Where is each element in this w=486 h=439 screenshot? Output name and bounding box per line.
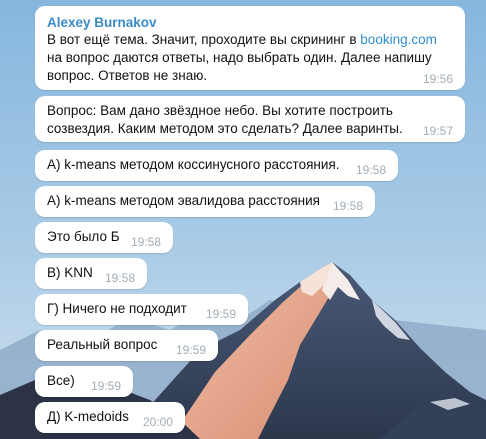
message-bubble[interactable]: Alexey Burnakov В вот ещё тема. Значит, … [35,6,465,90]
message-link[interactable]: booking.com [360,32,437,47]
message-text: A) k-means методом эвалидова расстояния [47,193,320,208]
message-time: 19:58 [104,271,135,285]
message-time: 19:58 [130,235,161,249]
message-time: 19:59 [175,343,206,357]
sender-name[interactable]: Alexey Burnakov [47,14,453,31]
message-bubble[interactable]: B) KNN 19:58 [35,258,147,289]
message-text: В вот ещё тема. Значит, проходите вы скр… [47,31,453,49]
message-bubble[interactable]: A) k-means методом коссинусного расстоян… [35,150,398,181]
message-time: 19:58 [332,199,363,213]
message-bubble[interactable]: Все) 19:59 [35,366,133,397]
message-bubble[interactable]: Г) Ничего не подходит 19:59 [35,294,248,325]
message-time: 19:59 [90,379,121,393]
message-text-line: вопрос. Ответов не знаю. [47,68,208,83]
message-time: 19:58 [355,163,386,177]
message-bubble[interactable]: Это было Б 19:58 [35,222,173,253]
message-list[interactable]: Alexey Burnakov В вот ещё тема. Значит, … [0,0,486,439]
message-bubble[interactable]: A) k-means методом эвалидова расстояния … [35,186,375,217]
message-time: 19:56 [422,72,453,86]
message-bubble[interactable]: Д) K-medoids 20:00 [35,402,185,433]
message-bubble[interactable]: Реальный вопрос 19:59 [35,330,218,361]
message-text-line: созвездия. Каким методом это сделать? Да… [47,121,403,136]
message-time: 20:00 [142,415,173,429]
message-text-line: Вопрос: Вам дано звёздное небо. Вы хотит… [47,103,393,118]
message-bubble[interactable]: Вопрос: Вам дано звёздное небо. Вы хотит… [35,96,465,142]
message-text: A) k-means методом коссинусного расстоян… [47,157,340,172]
message-text-line: на вопрос даются ответы, надо выбрать од… [47,50,432,65]
message-time: 19:57 [422,124,453,138]
message-time: 19:59 [205,307,236,321]
message-text-line: В вот ещё тема. Значит, проходите вы скр… [47,32,361,47]
